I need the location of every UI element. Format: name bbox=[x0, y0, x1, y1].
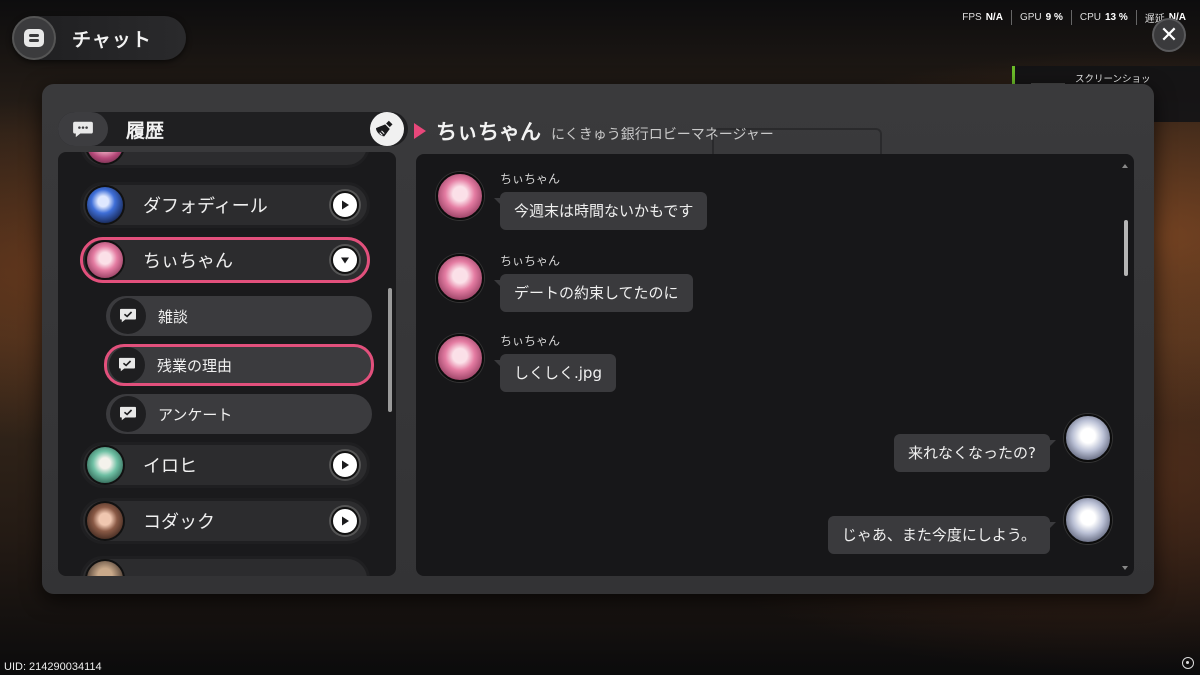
play-icon[interactable] bbox=[331, 507, 359, 535]
avatar bbox=[1064, 496, 1112, 544]
topic-label: アンケート bbox=[158, 405, 233, 424]
avatar bbox=[85, 445, 125, 485]
stat-gpu: GPU 9 % bbox=[1012, 10, 1072, 25]
chat-app-icon bbox=[12, 16, 56, 60]
avatar bbox=[85, 152, 125, 165]
triangle-icon bbox=[414, 123, 426, 139]
contact-name: ダフォディール bbox=[143, 196, 268, 217]
contact-name: コダック bbox=[143, 512, 215, 533]
topic-item-survey[interactable]: アンケート bbox=[106, 394, 372, 434]
contact-item-hidden-top[interactable] bbox=[80, 152, 370, 168]
stat-fps: FPS N/A bbox=[954, 10, 1012, 25]
message-outgoing: 来れなくなったの? bbox=[894, 414, 1112, 472]
contact-item-irohi[interactable]: イロヒ bbox=[80, 442, 370, 488]
close-button[interactable]: ✕ bbox=[1154, 20, 1184, 50]
chat-contact-name: ちぃちゃん bbox=[436, 120, 541, 144]
play-icon[interactable] bbox=[331, 451, 359, 479]
message-incoming: ちぃちゃん 今週末は時間ないかもです bbox=[436, 172, 708, 230]
check-message-icon bbox=[110, 298, 146, 334]
clear-history-button[interactable] bbox=[370, 112, 404, 146]
contact-item-kodakku[interactable]: コダック bbox=[80, 498, 370, 544]
message-incoming: ちぃちゃん しくしく.jpg bbox=[436, 334, 616, 392]
stat-cpu: CPU 13 % bbox=[1072, 10, 1137, 25]
scroll-down-icon[interactable] bbox=[1122, 566, 1128, 570]
contact-item-hidden-bottom[interactable] bbox=[80, 556, 370, 576]
avatar bbox=[85, 240, 125, 280]
message-bubble: 今週末は時間ないかもです bbox=[493, 192, 708, 230]
list-scrollbar[interactable] bbox=[388, 288, 392, 412]
avatar bbox=[85, 559, 125, 576]
message-sender: ちぃちゃん bbox=[500, 334, 561, 348]
topic-item-chitchat[interactable]: 雑談 bbox=[106, 296, 372, 336]
broom-icon bbox=[376, 120, 393, 137]
chat-app-header: チャット bbox=[12, 16, 186, 60]
chevron-down-icon[interactable] bbox=[331, 246, 359, 274]
contact-item-daffodil[interactable]: ダフォディール bbox=[80, 182, 370, 228]
topic-label: 雑談 bbox=[158, 307, 189, 326]
topic-label: 残業の理由 bbox=[157, 356, 233, 375]
chat-scrollbar[interactable] bbox=[1124, 220, 1128, 276]
avatar bbox=[436, 334, 484, 382]
message-sender: ちぃちゃん bbox=[500, 254, 561, 268]
avatar bbox=[436, 172, 484, 220]
avatar bbox=[436, 254, 484, 302]
window-title: チャット bbox=[72, 28, 152, 51]
chat-bubble-icon bbox=[58, 112, 108, 146]
message-bubble: じゃあ、また今度にしよう。 bbox=[827, 516, 1057, 554]
message-bubble: しくしく.jpg bbox=[494, 354, 616, 392]
chat-contact-role: にくきゅう銀行ロビーマネージャー bbox=[551, 127, 774, 143]
topic-item-overtime-reason[interactable]: 残業の理由 bbox=[104, 344, 374, 386]
check-message-icon bbox=[109, 347, 145, 383]
settings-icon[interactable] bbox=[1182, 657, 1194, 669]
avatar bbox=[1064, 414, 1112, 462]
message-incoming: ちぃちゃん デートの約束してたのに bbox=[436, 254, 693, 312]
scroll-up-icon[interactable] bbox=[1122, 164, 1128, 168]
contact-item-chiichan[interactable]: ちぃちゃん bbox=[80, 237, 370, 283]
avatar bbox=[85, 501, 125, 541]
message-sender: ちぃちゃん bbox=[500, 172, 561, 186]
history-title: 履歴 bbox=[126, 119, 165, 142]
contact-name: イロヒ bbox=[143, 456, 197, 477]
contact-name: ちぃちゃん bbox=[143, 251, 233, 272]
message-outgoing: じゃあ、また今度にしよう。 bbox=[827, 496, 1112, 554]
chat-header: ちぃちゃん にくきゅう銀行ロビーマネージャー bbox=[414, 116, 774, 146]
close-icon: ✕ bbox=[1159, 22, 1179, 48]
play-icon[interactable] bbox=[331, 191, 359, 219]
check-message-icon bbox=[110, 396, 146, 432]
message-bubble: デートの約束してたのに bbox=[494, 274, 693, 312]
user-id: UID: 214290034114 bbox=[4, 661, 102, 673]
history-header: 履歴 bbox=[58, 112, 408, 146]
chat-log[interactable]: ちぃちゃん 今週末は時間ないかもです ちぃちゃん デートの約束してたのに ちぃち… bbox=[416, 154, 1134, 576]
contact-list[interactable]: ダフォディール ちぃちゃん 雑談 残業の理由 アンケート イロヒ コダック bbox=[58, 152, 396, 576]
performance-stats: FPS N/A GPU 9 % CPU 13 % 遅延 N/A bbox=[954, 10, 1186, 25]
message-bubble: 来れなくなったの? bbox=[894, 434, 1056, 472]
avatar bbox=[85, 185, 125, 225]
